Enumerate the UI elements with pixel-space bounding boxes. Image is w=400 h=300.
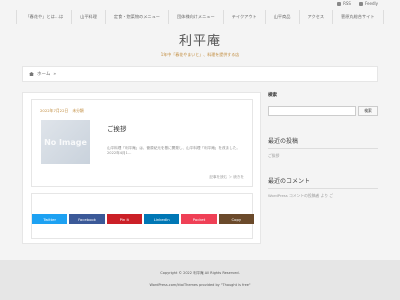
share-pocket-label: Pocket bbox=[192, 216, 206, 222]
post-excerpt: 山平料理「利平庵」は、菅原紀元を基に開発し、山平料理「利平庵」を改ました。202… bbox=[107, 146, 240, 155]
recent-post-link[interactable]: ご挨拶 bbox=[268, 153, 279, 159]
main-content: 2022年7月22日 未分類 No Image ご挨拶 山平料理「利平庵」は、菅… bbox=[22, 92, 261, 244]
share-linkedin-button[interactable]: LinkedIn bbox=[144, 214, 180, 224]
share-pocket-button[interactable]: Pocket bbox=[181, 214, 217, 224]
search-label: 検索 bbox=[268, 93, 277, 98]
nav-item-group-menu[interactable]: 団体様向けメニュー bbox=[169, 10, 224, 24]
nav-item-site[interactable]: 菅原丸総合サイト bbox=[333, 10, 384, 24]
post-date: 2022年7月22日 bbox=[40, 108, 69, 113]
share-copy-button[interactable]: Copy bbox=[218, 214, 254, 224]
share-facebook-label: Facebook bbox=[78, 216, 96, 222]
post-category[interactable]: 未分類 bbox=[72, 108, 83, 114]
nav-item-cuisine[interactable]: 山平料理 bbox=[72, 10, 106, 24]
post-meta: 2022年7月22日 未分類 bbox=[40, 108, 84, 114]
rss-link[interactable]: RSS bbox=[337, 1, 351, 6]
breadcrumb-home[interactable]: ホーム bbox=[37, 71, 50, 77]
search-input[interactable] bbox=[268, 106, 356, 116]
post-thumbnail[interactable]: No Image bbox=[41, 120, 90, 164]
footer: Copyright © 2022 利平庵 All Rights Reserved… bbox=[0, 260, 400, 300]
sidebar: 検索 検索 最近の投稿 ご挨拶 最近のコメント WordPress コメントの投… bbox=[268, 92, 378, 198]
nav-item-takeout[interactable]: テイクアウト bbox=[224, 10, 266, 24]
post-title[interactable]: ご挨拶 bbox=[107, 123, 127, 133]
breadcrumb: ホーム » bbox=[22, 66, 378, 82]
recent-posts-heading: 最近の投稿 bbox=[268, 136, 378, 149]
share-buttons: Twitter Facebook Pin it LinkedIn Pocket … bbox=[32, 214, 254, 224]
rss-label: RSS bbox=[343, 1, 351, 6]
nav-item-products[interactable]: 山平商品 bbox=[266, 10, 300, 24]
feed-links: RSS Feedly bbox=[337, 1, 378, 6]
share-linkedin-label: LinkedIn bbox=[153, 216, 170, 222]
share-pinterest-button[interactable]: Pin it bbox=[106, 214, 142, 224]
no-image-text: No Image bbox=[44, 137, 87, 147]
home-icon bbox=[29, 72, 34, 76]
post-card: 2022年7月22日 未分類 No Image ご挨拶 山平料理「利平庵」は、菅… bbox=[31, 99, 253, 187]
share-twitter-label: Twitter bbox=[43, 216, 57, 222]
site-title[interactable]: 利平庵 bbox=[0, 30, 400, 49]
top-utility-bar: RSS Feedly bbox=[0, 0, 400, 8]
search-button[interactable]: 検索 bbox=[358, 106, 378, 116]
feedly-link[interactable]: Feedly bbox=[358, 1, 378, 6]
footer-powered-by[interactable]: WordPress.com/ktaiThemes provided by "Th… bbox=[0, 283, 400, 287]
feedly-label: Feedly bbox=[364, 1, 378, 6]
nav-item-set-menu[interactable]: 定食・惣菜物のメニュー bbox=[106, 10, 169, 24]
share-twitter-button[interactable]: Twitter bbox=[32, 214, 68, 224]
share-pinterest-label: Pin it bbox=[119, 216, 130, 222]
footer-copyright: Copyright © 2022 利平庵 All Rights Reserved… bbox=[160, 271, 240, 275]
nav-item-about[interactable]: 「春花や」とは…は bbox=[16, 10, 73, 24]
nav-item-access[interactable]: アクセス bbox=[300, 10, 334, 24]
rss-icon bbox=[337, 1, 342, 6]
global-nav: 「春花や」とは…は 山平料理 定食・惣菜物のメニュー 団体様向けメニュー テイク… bbox=[0, 10, 400, 24]
recent-comment-link[interactable]: WordPress コメントの投稿者 より ご bbox=[268, 193, 333, 199]
recent-comments-heading: 最近のコメント bbox=[268, 176, 378, 189]
breadcrumb-separator: » bbox=[53, 71, 57, 77]
feedly-icon bbox=[358, 1, 363, 6]
share-copy-label: Copy bbox=[231, 216, 242, 222]
read-more-link[interactable]: 記事を読む ＞ 続きを bbox=[209, 175, 244, 180]
share-box: Twitter Facebook Pin it LinkedIn Pocket … bbox=[31, 193, 254, 239]
share-facebook-button[interactable]: Facebook bbox=[69, 214, 105, 224]
site-description: 1年中「春花やまいと」、料理を提供する店 bbox=[160, 52, 240, 57]
search-form: 検索 bbox=[268, 106, 378, 116]
